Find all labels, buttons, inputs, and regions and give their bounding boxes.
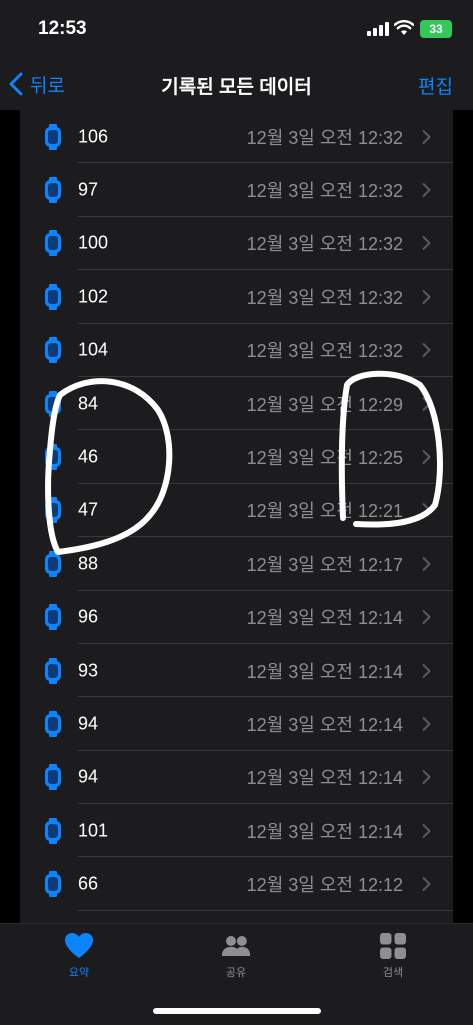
apple-watch-icon (45, 550, 61, 577)
heart-icon (65, 933, 93, 958)
heart-rate-value: 94 (78, 713, 99, 734)
heart-rate-value: 106 (78, 126, 109, 147)
heart-rate-value: 102 (78, 286, 109, 307)
tab-summary[interactable]: 요약 (39, 932, 119, 980)
heart-rate-value: 101 (78, 820, 109, 841)
status-bar: 12:53 33 (0, 0, 473, 58)
timestamp: 12월 3일 오전 12:12 (246, 875, 403, 896)
heart-rate-value: 104 (78, 339, 109, 360)
chevron-right-icon (422, 877, 431, 892)
list-item[interactable]: 66 12월 3일 오전 12:12 (20, 857, 453, 911)
data-list: 106 12월 3일 오전 12:32 97 12월 3일 오전 12:32 100 12… (20, 110, 453, 923)
list-item[interactable]: 100 12월 3일 오전 12:32 (20, 217, 453, 271)
people-icon (221, 936, 251, 956)
list-item[interactable]: 97 12월 3일 오전 12:32 (20, 163, 453, 217)
apple-watch-icon (45, 604, 61, 631)
page-title: 기록된 모든 데이터 (161, 77, 312, 98)
apple-watch-icon (45, 123, 61, 150)
timestamp: 12월 3일 오전 12:32 (246, 234, 403, 255)
heart-rate-value: 47 (78, 499, 99, 520)
heart-rate-value: 93 (78, 660, 99, 681)
timestamp: 12월 3일 오전 12:14 (246, 768, 403, 789)
chevron-right-icon (422, 716, 431, 731)
chevron-right-icon (422, 396, 431, 411)
chevron-right-icon (422, 236, 431, 251)
list-item[interactable]: 93 12월 3일 오전 12:14 (20, 644, 453, 698)
chevron-right-icon (422, 343, 431, 358)
apple-watch-icon (45, 497, 61, 524)
apple-watch-icon (45, 657, 61, 684)
chevron-right-icon (422, 556, 431, 571)
timestamp: 12월 3일 오전 12:14 (246, 661, 403, 682)
chevron-right-icon (422, 823, 431, 838)
timestamp: 12월 3일 오전 12:21 (246, 501, 403, 522)
list-item[interactable]: 94 12월 3일 오전 12:14 (20, 751, 453, 805)
edit-button[interactable]: 편집 (418, 72, 453, 99)
apple-watch-icon (45, 390, 61, 417)
list-item[interactable]: 104 12월 3일 오전 12:32 (20, 324, 453, 377)
chevron-right-icon (422, 289, 431, 304)
status-time: 12:53 (38, 18, 87, 39)
battery-indicator: 33 (420, 20, 452, 38)
timestamp: 12월 3일 오전 12:32 (246, 127, 403, 148)
list-item[interactable]: 96 12월 3일 오전 12:14 (20, 591, 453, 644)
heart-rate-value: 88 (78, 553, 99, 574)
apple-watch-icon (45, 283, 61, 310)
timestamp: 12월 3일 오전 12:14 (246, 821, 403, 842)
chevron-right-icon (422, 129, 431, 144)
chevron-right-icon (422, 610, 431, 625)
heart-rate-value: 46 (78, 446, 99, 467)
apple-watch-icon (45, 444, 61, 471)
row-separator (78, 909, 453, 911)
apple-watch-icon (45, 177, 61, 204)
timestamp: 12월 3일 오전 12:14 (246, 714, 403, 735)
list-item[interactable]: 106 12월 3일 오전 12:32 (20, 110, 453, 164)
navigation-bar: 뒤로 기록된 모든 데이터 편집 (0, 58, 473, 110)
tab-search[interactable]: 검색 (353, 932, 433, 980)
list-item[interactable]: 84 12월 3일 오전 12:29 (20, 377, 453, 431)
timestamp: 12월 3일 오전 12:32 (246, 287, 403, 308)
chevron-right-icon (422, 663, 431, 678)
apple-watch-icon (45, 764, 61, 791)
chevron-right-icon (422, 503, 431, 518)
timestamp: 12월 3일 오전 12:14 (246, 608, 403, 629)
heart-rate-value: 66 (78, 873, 99, 894)
grid-icon (380, 933, 406, 959)
heart-rate-value: 100 (78, 232, 109, 253)
heart-rate-value: 97 (78, 179, 99, 200)
apple-watch-icon (45, 710, 61, 737)
tab-summary-label: 요약 (68, 967, 90, 979)
list-item[interactable]: 88 12월 3일 오전 12:17 (20, 537, 453, 591)
chevron-right-icon (422, 450, 431, 465)
list-item[interactable]: 46 12월 3일 오전 12:25 (20, 430, 453, 484)
apple-watch-icon (45, 230, 61, 257)
tab-sharing-label: 공유 (225, 967, 247, 979)
list-item[interactable]: 102 12월 3일 오전 12:32 (20, 270, 453, 324)
heart-rate-value: 96 (78, 606, 99, 627)
chevron-right-icon (422, 770, 431, 785)
battery-level: 33 (429, 22, 443, 36)
home-indicator (153, 1008, 321, 1014)
timestamp: 12월 3일 오전 12:25 (246, 448, 403, 469)
list-item[interactable]: 101 12월 3일 오전 12:14 (20, 804, 453, 858)
wifi-icon (394, 20, 414, 35)
cellular-signal-icon (367, 22, 389, 36)
heart-rate-value: 84 (78, 393, 99, 414)
tab-search-label: 검색 (382, 967, 404, 979)
list-item[interactable]: 94 12월 3일 오전 12:14 (20, 697, 453, 751)
timestamp: 12월 3일 오전 12:29 (246, 394, 403, 415)
timestamp: 12월 3일 오전 12:32 (246, 341, 403, 362)
apple-watch-icon (45, 817, 61, 844)
apple-watch-icon (45, 871, 61, 898)
chevron-right-icon (422, 183, 431, 198)
apple-watch-icon (45, 337, 61, 364)
timestamp: 12월 3일 오전 12:17 (246, 554, 403, 575)
list-item[interactable]: 47 12월 3일 오전 12:21 (20, 484, 453, 538)
tab-sharing[interactable]: 공유 (196, 932, 276, 980)
timestamp: 12월 3일 오전 12:32 (246, 181, 403, 202)
heart-rate-value: 94 (78, 766, 99, 787)
